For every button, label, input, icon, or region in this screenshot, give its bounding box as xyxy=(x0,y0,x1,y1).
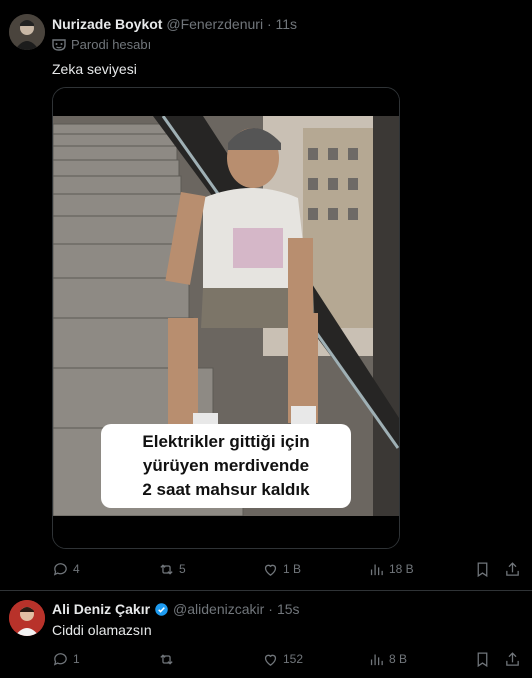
tweet-2[interactable]: Ali Deniz Çakır @alidenizcakir · 15s Cid… xyxy=(0,591,532,678)
author-name[interactable]: Nurizade Boykot xyxy=(52,16,162,32)
avatar[interactable] xyxy=(9,14,45,50)
views-chart-icon xyxy=(370,654,383,665)
share-button[interactable] xyxy=(504,559,521,579)
separator: · xyxy=(268,601,273,617)
tweet-text: Zeka seviyesi xyxy=(52,61,137,77)
caption-line: yürüyen merdivende xyxy=(142,456,310,475)
views-button[interactable]: 18 B xyxy=(368,559,414,579)
author-name[interactable]: Ali Deniz Çakır xyxy=(52,601,150,617)
caption-line: Elektrikler gittiği için xyxy=(142,432,310,451)
share-button[interactable] xyxy=(504,649,521,669)
tweet-text: Ciddi olamazsın xyxy=(52,622,152,638)
reply-button[interactable]: 4 xyxy=(52,559,80,579)
like-count: 1 B xyxy=(283,562,302,576)
heart-icon xyxy=(264,564,277,576)
retweet-icon xyxy=(160,653,173,665)
tweet-actions: 1 152 8 B xyxy=(52,649,522,669)
theater-mask-icon xyxy=(52,38,66,51)
parody-label: Parodi hesabı xyxy=(52,37,151,52)
retweet-icon xyxy=(160,563,173,575)
tweet-actions: 4 5 1 B 18 B xyxy=(52,559,522,579)
bookmark-icon xyxy=(477,561,488,577)
bookmark-button[interactable] xyxy=(474,559,491,579)
like-button[interactable]: 1 B xyxy=(262,559,301,579)
bookmark-button[interactable] xyxy=(474,649,491,669)
parody-text: Parodi hesabı xyxy=(71,37,152,52)
timestamp[interactable]: 15s xyxy=(277,601,300,617)
reply-count: 1 xyxy=(73,652,80,666)
tweet-1[interactable]: Nurizade Boykot @Fenerzdenuri · 11s Paro… xyxy=(0,0,532,590)
verified-badge-icon xyxy=(155,602,168,616)
reply-icon xyxy=(53,652,67,666)
separator: · xyxy=(266,16,272,32)
media-caption: Elektrikler gittiği için yürüyen merdive… xyxy=(101,424,351,508)
reply-count: 4 xyxy=(73,562,80,576)
views-button[interactable]: 8 B xyxy=(368,649,407,669)
views-chart-icon xyxy=(370,564,383,575)
bookmark-icon xyxy=(477,651,488,667)
author-handle[interactable]: @alidenizcakir xyxy=(173,601,264,617)
like-count: 152 xyxy=(283,652,304,666)
retweet-button[interactable]: 5 xyxy=(158,559,186,579)
tweet-header: Ali Deniz Çakır @alidenizcakir · 15s xyxy=(52,601,300,617)
share-icon xyxy=(506,651,519,666)
caption-line: 2 saat mahsur kaldık xyxy=(142,480,310,499)
avatar-photo xyxy=(9,14,45,50)
reply-icon xyxy=(53,562,67,576)
like-button[interactable]: 152 xyxy=(262,649,303,669)
tweet-media[interactable]: Elektrikler gittiği için yürüyen merdive… xyxy=(52,87,400,549)
heart-icon xyxy=(264,654,277,666)
views-count: 8 B xyxy=(389,652,408,666)
share-icon xyxy=(506,561,519,576)
timestamp[interactable]: 11s xyxy=(276,16,298,32)
avatar-photo xyxy=(9,600,45,636)
author-handle[interactable]: @Fenerzdenuri xyxy=(166,16,263,32)
tweet-header: Nurizade Boykot @Fenerzdenuri · 11s xyxy=(52,16,297,32)
retweet-count: 5 xyxy=(179,562,186,576)
reply-button[interactable]: 1 xyxy=(52,649,80,669)
avatar[interactable] xyxy=(9,600,45,636)
retweet-button[interactable] xyxy=(158,649,179,669)
views-count: 18 B xyxy=(389,562,414,576)
